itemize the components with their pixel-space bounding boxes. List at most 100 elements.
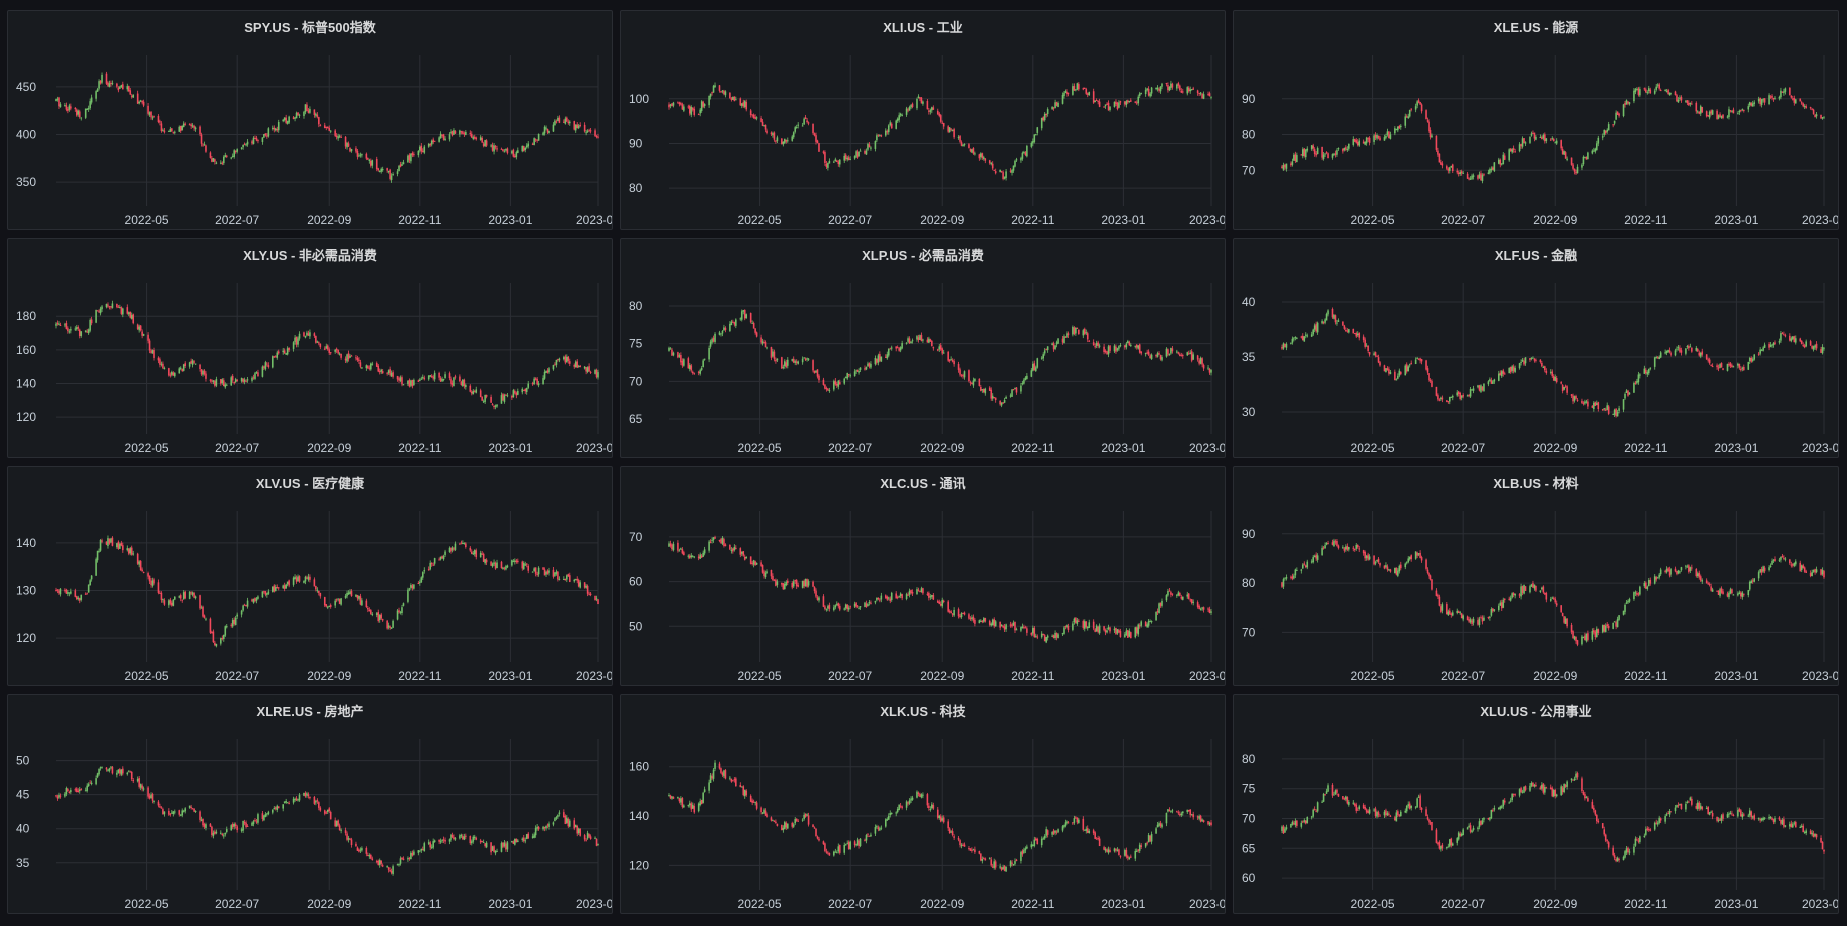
candle-body (1033, 134, 1036, 142)
candle-body (889, 348, 892, 350)
candle-body (1420, 359, 1423, 362)
chart-panel[interactable]: XLV.US - 医疗健康 120 130 140 2022-05 2022-07 2022… (7, 466, 613, 686)
candle-body (1353, 548, 1356, 550)
candle-body (846, 373, 848, 379)
candle-body (775, 140, 777, 142)
candle-body (699, 370, 701, 374)
candle-body (521, 388, 524, 393)
candle-body (1509, 367, 1512, 373)
y-tick-label: 35 (16, 856, 30, 870)
chart-panel[interactable]: XLC.US - 通讯 50 60 70 2022-05 2022-07 2022-09 20… (620, 466, 1226, 686)
candle-body (316, 341, 319, 343)
candle-body (472, 137, 475, 139)
chart-panel[interactable]: SPY.US - 标普500指数 350 400 450 2022-05 2022-07 2… (7, 10, 613, 230)
candle-body (1748, 581, 1751, 590)
candle-body (86, 108, 88, 110)
chart-panel[interactable]: XLF.US - 金融 30 35 40 2022-05 2022-07 2022-09 20… (1233, 238, 1839, 458)
candle-body (194, 127, 197, 130)
candle-body (1103, 346, 1105, 353)
candle-body (178, 126, 181, 132)
candle-body (375, 159, 378, 170)
chart-panel[interactable]: XLP.US - 必需品消费 65 70 75 80 2022-05 2022-07 2022… (620, 238, 1226, 458)
candle-body (89, 782, 91, 784)
candle-body (1811, 572, 1813, 576)
candle-body (1498, 159, 1500, 164)
candle-body (739, 318, 742, 320)
candle-body (202, 144, 204, 146)
candle-body (847, 374, 850, 376)
candle-body (1521, 586, 1524, 593)
candle-body (1383, 365, 1386, 372)
candle-body (1155, 354, 1157, 357)
candle-body (365, 365, 368, 369)
candle-body (1821, 569, 1824, 575)
candle-body (1119, 101, 1122, 103)
chart-panel[interactable]: XLI.US - 工业 80 90 100 2022-05 2022-07 2022-09 2… (620, 10, 1226, 230)
candle-body (401, 164, 403, 166)
candle-body (70, 329, 72, 331)
candle-body (1331, 154, 1334, 158)
candle-body (1655, 577, 1658, 580)
candle-body (224, 384, 227, 388)
candle-body (410, 153, 412, 162)
candle-body (724, 544, 727, 547)
x-tick-label: 2022-07 (215, 897, 259, 911)
candle-body (865, 150, 868, 155)
candle-body (1627, 101, 1629, 104)
candle-body (190, 592, 192, 594)
candle-body (1656, 84, 1659, 86)
candle-body (99, 80, 102, 84)
candle-body (1425, 559, 1427, 569)
candle-body (1771, 344, 1773, 346)
candle-body (922, 588, 924, 594)
candle-body (1622, 610, 1625, 615)
candle-body (1098, 101, 1101, 107)
candle-body (288, 580, 290, 586)
candle-body (1545, 370, 1548, 373)
candle-body (1201, 607, 1203, 609)
candle-body (1762, 347, 1764, 351)
chart-panel[interactable]: XLY.US - 非必需品消费 120 140 160 180 2022-05 2022-0… (7, 238, 613, 458)
chart-panel[interactable]: XLB.US - 材料 70 80 90 2022-05 2022-07 2022-09 20… (1233, 466, 1839, 686)
candle-body (450, 131, 452, 134)
candle-body (1481, 617, 1484, 622)
candle-body (1404, 563, 1407, 568)
candle-body (1161, 600, 1163, 606)
candle-body (236, 614, 238, 617)
candle-body (1438, 596, 1441, 606)
candle-body (1457, 391, 1460, 394)
candle-body (1696, 111, 1699, 113)
candle-body (1771, 561, 1773, 565)
candle-body (527, 383, 530, 388)
candle-body (712, 537, 715, 541)
candle-body (1490, 380, 1493, 384)
candle-body (1689, 102, 1692, 105)
candle-body (668, 543, 670, 547)
candle-body (502, 149, 504, 152)
candle-body (231, 375, 234, 381)
candle-body (1144, 352, 1147, 354)
candle-body (1695, 569, 1698, 577)
chart-panel[interactable]: XLE.US - 能源 70 80 90 2022-05 2022-07 2022-09 20… (1233, 10, 1839, 230)
candle-body (194, 596, 197, 599)
candle-body (1448, 610, 1451, 615)
candle-body (1741, 109, 1744, 111)
candle-body (1437, 395, 1439, 400)
candle-body (1542, 135, 1545, 139)
candle-body (58, 794, 60, 798)
y-tick-label: 50 (629, 619, 643, 633)
candle-body (1325, 542, 1328, 545)
candle-body (683, 552, 685, 556)
chart-panel[interactable]: XLRE.US - 房地产 35 40 45 50 2022-05 2022-07 2022-… (7, 694, 613, 914)
candle-body (1670, 352, 1672, 356)
candle-body (297, 112, 299, 116)
candle-body (147, 334, 149, 341)
candle-body (1057, 103, 1059, 108)
candle-body (153, 116, 155, 118)
candle-body (1625, 390, 1628, 393)
candle-body (557, 117, 559, 121)
candle-body (337, 136, 339, 139)
candle-body (1171, 348, 1174, 352)
candle-body (355, 594, 357, 597)
candle-body (107, 304, 109, 306)
